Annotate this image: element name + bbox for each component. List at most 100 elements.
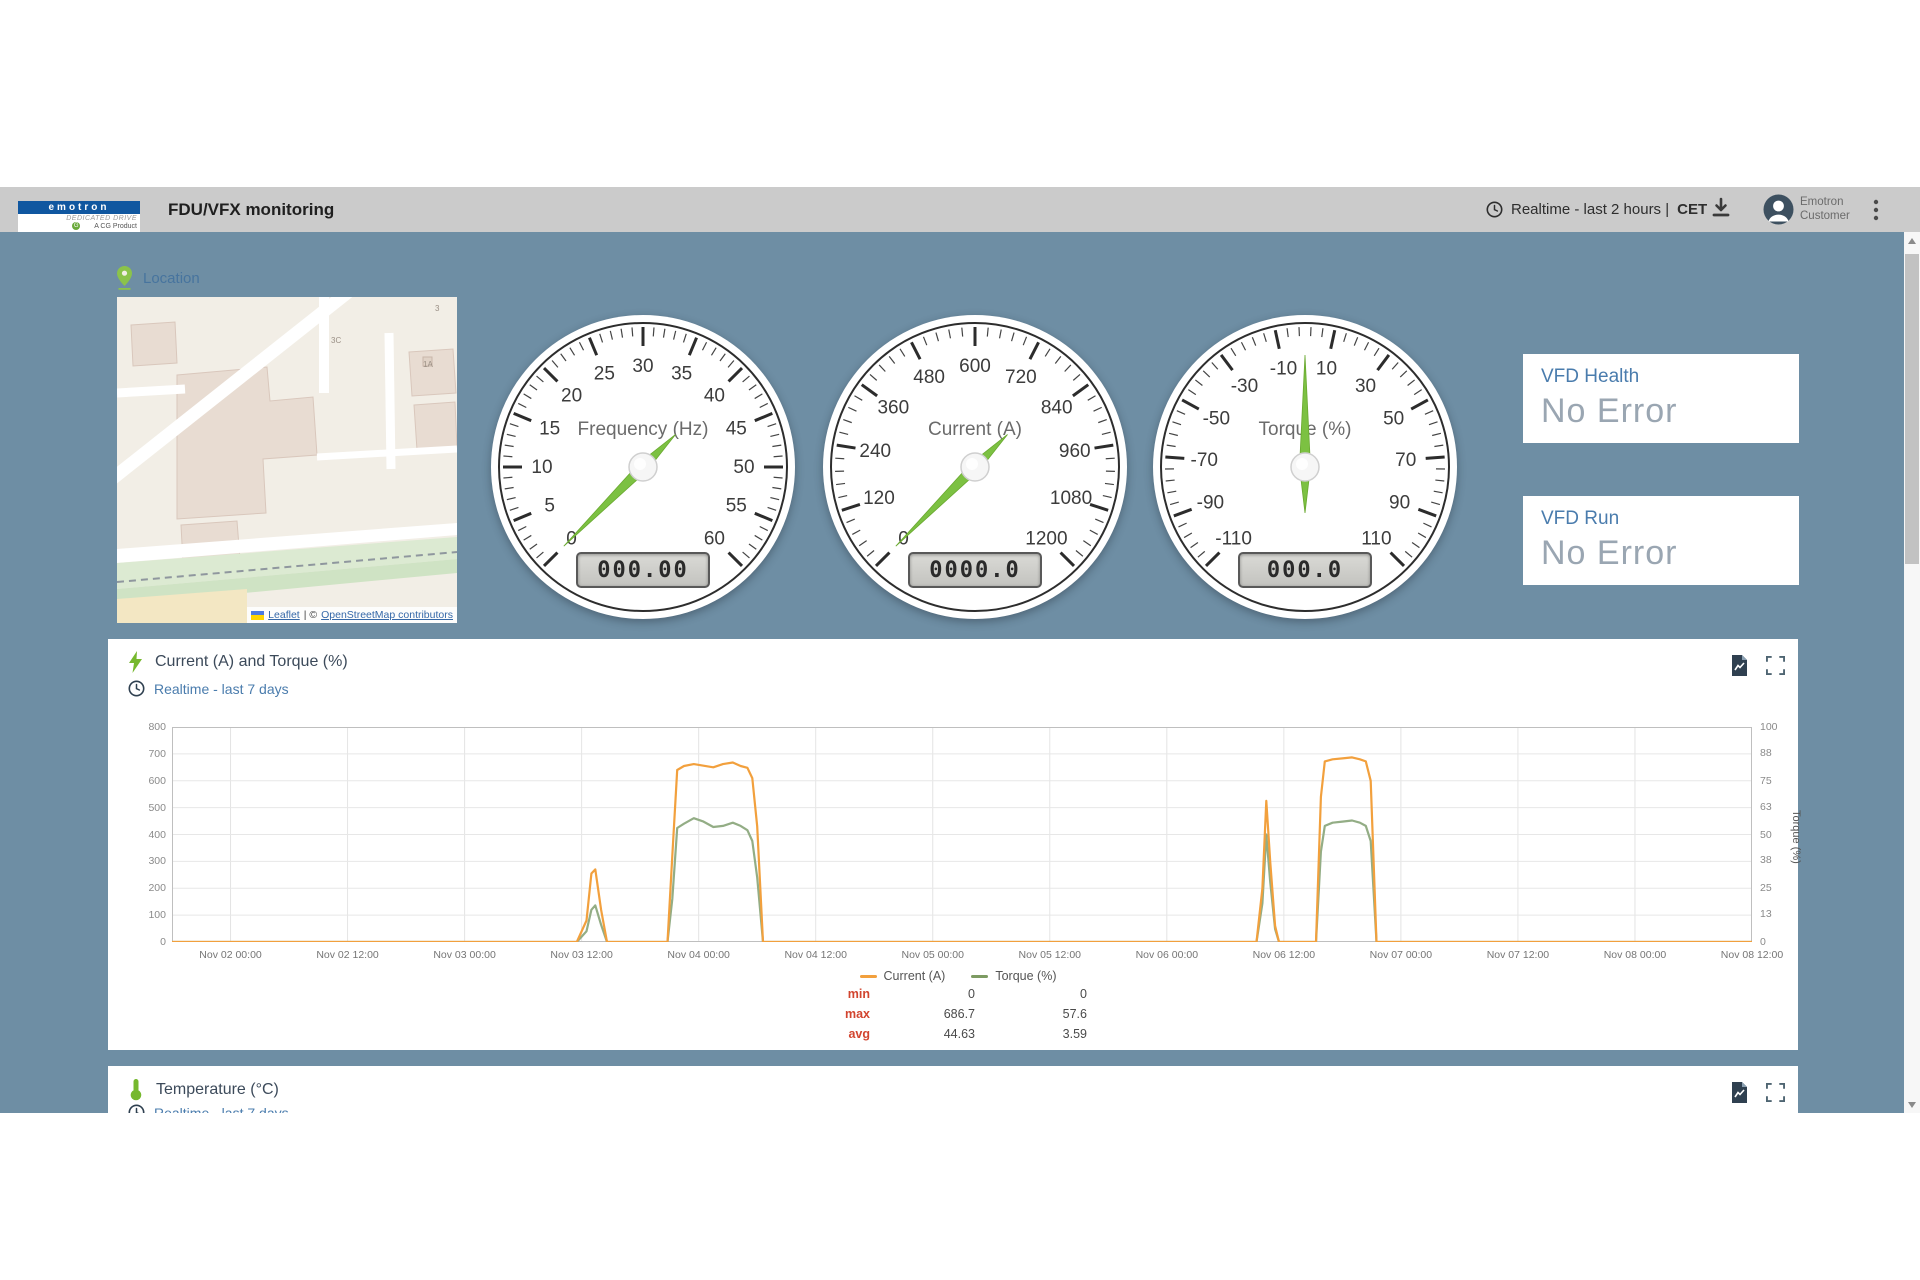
series-currenta (172, 757, 1752, 942)
overflow-menu-button[interactable] (1872, 198, 1880, 227)
svg-text:720: 720 (1005, 367, 1037, 388)
chart-card-title: Current (A) and Torque (%) (155, 653, 348, 671)
leaflet-link[interactable]: Leaflet (268, 609, 300, 621)
file-chart-icon (1730, 1081, 1749, 1104)
arrow-down-icon (1908, 1102, 1916, 1108)
svg-text:30: 30 (632, 356, 653, 377)
y-left-tick: 400 (124, 829, 166, 841)
stat-value: 0 (870, 987, 975, 1001)
right-axis-title: Torque (%) (1790, 767, 1802, 907)
x-tick: Nov 04 00:00 (654, 949, 744, 961)
vfd-health-panel: VFD Health No Error (1523, 354, 1799, 443)
time-range-selector[interactable]: Realtime - last 2 hours | CET (1486, 187, 1707, 232)
svg-text:45: 45 (726, 418, 747, 439)
stat-value: 0 (975, 987, 1087, 1001)
legend-item-currenta[interactable]: Current (A) (860, 969, 946, 983)
gauge-torque: -110-90-70-50-30-101030507090110Torque (… (1153, 315, 1457, 619)
expand-icon (1766, 1083, 1785, 1102)
street-label: 3C (331, 336, 341, 345)
legend-dash (971, 975, 988, 978)
vfd-run-panel: VFD Run No Error (1523, 496, 1799, 585)
x-tick: Nov 06 00:00 (1122, 949, 1212, 961)
download-button[interactable] (1710, 196, 1732, 227)
download-icon (1710, 196, 1732, 222)
avatar-icon (1763, 194, 1794, 225)
stat-row-min: min00 (808, 987, 1108, 1001)
y-left-tick: 300 (124, 855, 166, 867)
y-left-tick: 600 (124, 775, 166, 787)
y-right-tick: 50 (1760, 829, 1790, 841)
cg-icon: G (72, 222, 80, 230)
map-tiles: 3 1A 3C (117, 297, 457, 623)
scrollbar-thumb[interactable] (1905, 254, 1919, 564)
svg-text:1200: 1200 (1025, 528, 1067, 549)
emotron-logo-tagline: DEDICATED DRIVE (18, 214, 140, 222)
svg-text:30: 30 (1355, 376, 1376, 397)
arrow-up-icon (1908, 238, 1916, 244)
legend-item-torque[interactable]: Torque (%) (971, 969, 1056, 983)
svg-text:35: 35 (671, 364, 692, 385)
emotron-logo-product: GA CG Product (18, 222, 140, 230)
location-map[interactable]: 3 1A 3C Leaflet | © OpenStreetMap contribu… (117, 297, 457, 623)
y-right-tick: 25 (1760, 882, 1790, 894)
svg-text:40: 40 (704, 386, 725, 407)
svg-text:1080: 1080 (1050, 488, 1092, 509)
temperature-card-subtitle: Realtime - last 7 days (128, 1104, 289, 1113)
svg-text:-110: -110 (1215, 528, 1252, 549)
vfd-run-title: VFD Run (1541, 508, 1619, 530)
vfd-health-value: No Error (1541, 392, 1677, 431)
fullscreen-button[interactable] (1766, 656, 1785, 680)
scrollbar-down-button[interactable] (1904, 1096, 1920, 1113)
y-right-tick: 100 (1760, 721, 1790, 733)
x-tick: Nov 05 12:00 (1005, 949, 1095, 961)
fullscreen-button[interactable] (1766, 1083, 1785, 1107)
emotron-logo[interactable]: emotron DEDICATED DRIVE GA CG Product (18, 201, 140, 232)
user-name[interactable]: Emotron Customer (1800, 196, 1850, 223)
svg-text:-30: -30 (1231, 376, 1258, 397)
gauge-title: Frequency (Hz) (578, 419, 709, 440)
thermometer-icon (128, 1078, 144, 1101)
export-report-button[interactable] (1730, 1081, 1749, 1109)
time-range-label: Realtime - last 2 hours | (1511, 201, 1669, 218)
location-label: Location (117, 266, 200, 290)
y-right-tick: 63 (1760, 801, 1790, 813)
svg-text:50: 50 (1383, 409, 1404, 430)
chart-card-subtitle: Realtime - last 7 days (128, 680, 289, 697)
svg-text:360: 360 (877, 398, 909, 419)
svg-text:110: 110 (1361, 528, 1391, 549)
legend-dash (860, 975, 877, 978)
stat-row-avg: avg44.633.59 (808, 1027, 1108, 1041)
svg-text:-10: -10 (1270, 358, 1297, 379)
clock-icon (128, 1104, 145, 1113)
kebab-icon (1872, 198, 1880, 222)
stat-label: max (808, 1007, 870, 1021)
svg-text:480: 480 (913, 367, 945, 388)
screenshot-canvas: emotron DEDICATED DRIVE GA CG Product FD… (0, 0, 1920, 1280)
user-avatar[interactable] (1763, 194, 1794, 230)
stat-value: 57.6 (975, 1007, 1087, 1021)
x-tick: Nov 08 00:00 (1590, 949, 1680, 961)
stat-value: 3.59 (975, 1027, 1087, 1041)
svg-text:-70: -70 (1191, 450, 1218, 471)
map-attribution: Leaflet | © OpenStreetMap contributors (247, 607, 457, 623)
y-right-tick: 88 (1760, 747, 1790, 759)
street-label: 1A (423, 360, 433, 369)
svg-text:20: 20 (561, 386, 582, 407)
x-tick: Nov 03 12:00 (537, 949, 627, 961)
export-report-button[interactable] (1730, 654, 1749, 682)
series-torque (172, 818, 1752, 942)
x-tick: Nov 07 12:00 (1473, 949, 1563, 961)
chart-plot-area[interactable] (172, 727, 1752, 942)
emotron-logo-brand: emotron (18, 201, 140, 214)
x-tick: Nov 07 00:00 (1356, 949, 1446, 961)
gauge-display-torque: 000.0 (1238, 552, 1372, 588)
osm-link[interactable]: OpenStreetMap contributors (321, 609, 453, 621)
x-tick: Nov 04 12:00 (771, 949, 861, 961)
street-label: 3 (435, 304, 440, 313)
gauge-title: Current (A) (928, 419, 1022, 440)
stat-value: 44.63 (870, 1027, 975, 1041)
svg-text:-50: -50 (1203, 409, 1230, 430)
scrollbar-up-button[interactable] (1904, 232, 1920, 249)
vfd-run-value: No Error (1541, 534, 1677, 573)
svg-text:55: 55 (726, 496, 747, 517)
